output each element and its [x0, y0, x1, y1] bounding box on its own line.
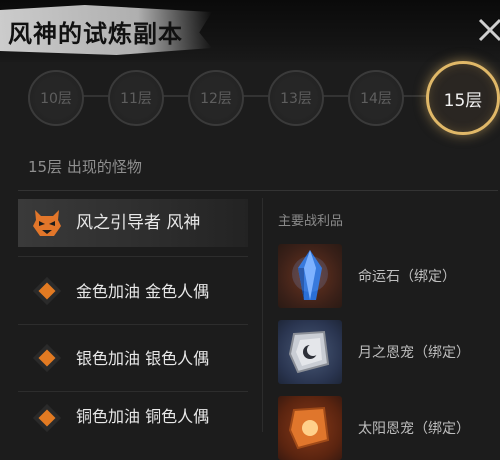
monsters-heading: 15层 出现的怪物	[28, 158, 142, 176]
blue-crystal-icon	[292, 250, 328, 300]
monster-item-bronze[interactable]: 铜色加油 铜色人偶	[18, 398, 248, 458]
monster-item-silver[interactable]: 银色加油 银色人偶	[18, 332, 248, 384]
loot-item[interactable]: 太阳恩宠（绑定）	[278, 396, 498, 460]
floor-tab-15[interactable]: 15层	[426, 61, 500, 135]
loot-heading: 主要战利品	[278, 214, 344, 229]
loot-name: 太阳恩宠（绑定）	[358, 421, 470, 437]
close-button[interactable]	[474, 14, 500, 44]
orange-diamond-icon	[38, 349, 56, 367]
loot-item[interactable]: 月之恩宠（绑定）	[278, 320, 498, 384]
loot-name: 月之恩宠（绑定）	[358, 345, 470, 361]
monster-name: 银色加油 银色人偶	[76, 348, 210, 368]
sun-rune-icon	[288, 406, 330, 450]
floor-tab-11[interactable]: 11层	[108, 70, 164, 126]
monster-item-boss[interactable]: 风之引导者 风神	[18, 199, 248, 247]
row-divider	[18, 391, 248, 392]
monster-name: 铜色加油 铜色人偶	[76, 407, 210, 426]
close-icon	[478, 18, 500, 42]
loot-name: 命运石（绑定）	[358, 269, 456, 285]
floor-tab-10[interactable]: 10层	[28, 70, 84, 126]
row-divider	[18, 324, 248, 325]
monster-name: 风之引导者 风神	[76, 212, 201, 233]
floor-tab-12[interactable]: 12层	[188, 70, 244, 126]
orange-diamond-icon	[38, 282, 56, 300]
floor-selector: 10层 11层 12层 13层 14层 15层	[0, 61, 500, 152]
demon-head-icon	[33, 210, 61, 236]
loot-item[interactable]: 命运石（绑定）	[278, 244, 498, 308]
monster-item-gold[interactable]: 金色加油 金色人偶	[18, 265, 248, 317]
floor-tab-14[interactable]: 14层	[348, 70, 404, 126]
floor-tab-13[interactable]: 13层	[268, 70, 324, 126]
monster-name: 金色加油 金色人偶	[76, 281, 210, 301]
divider	[18, 190, 498, 191]
page-title: 风神的试炼副本	[8, 19, 183, 48]
header-bar: 风神的试炼副本	[0, 0, 500, 62]
row-divider	[18, 256, 248, 257]
orange-diamond-icon	[38, 409, 56, 427]
column-divider	[262, 198, 263, 432]
moon-rune-icon	[288, 330, 330, 374]
